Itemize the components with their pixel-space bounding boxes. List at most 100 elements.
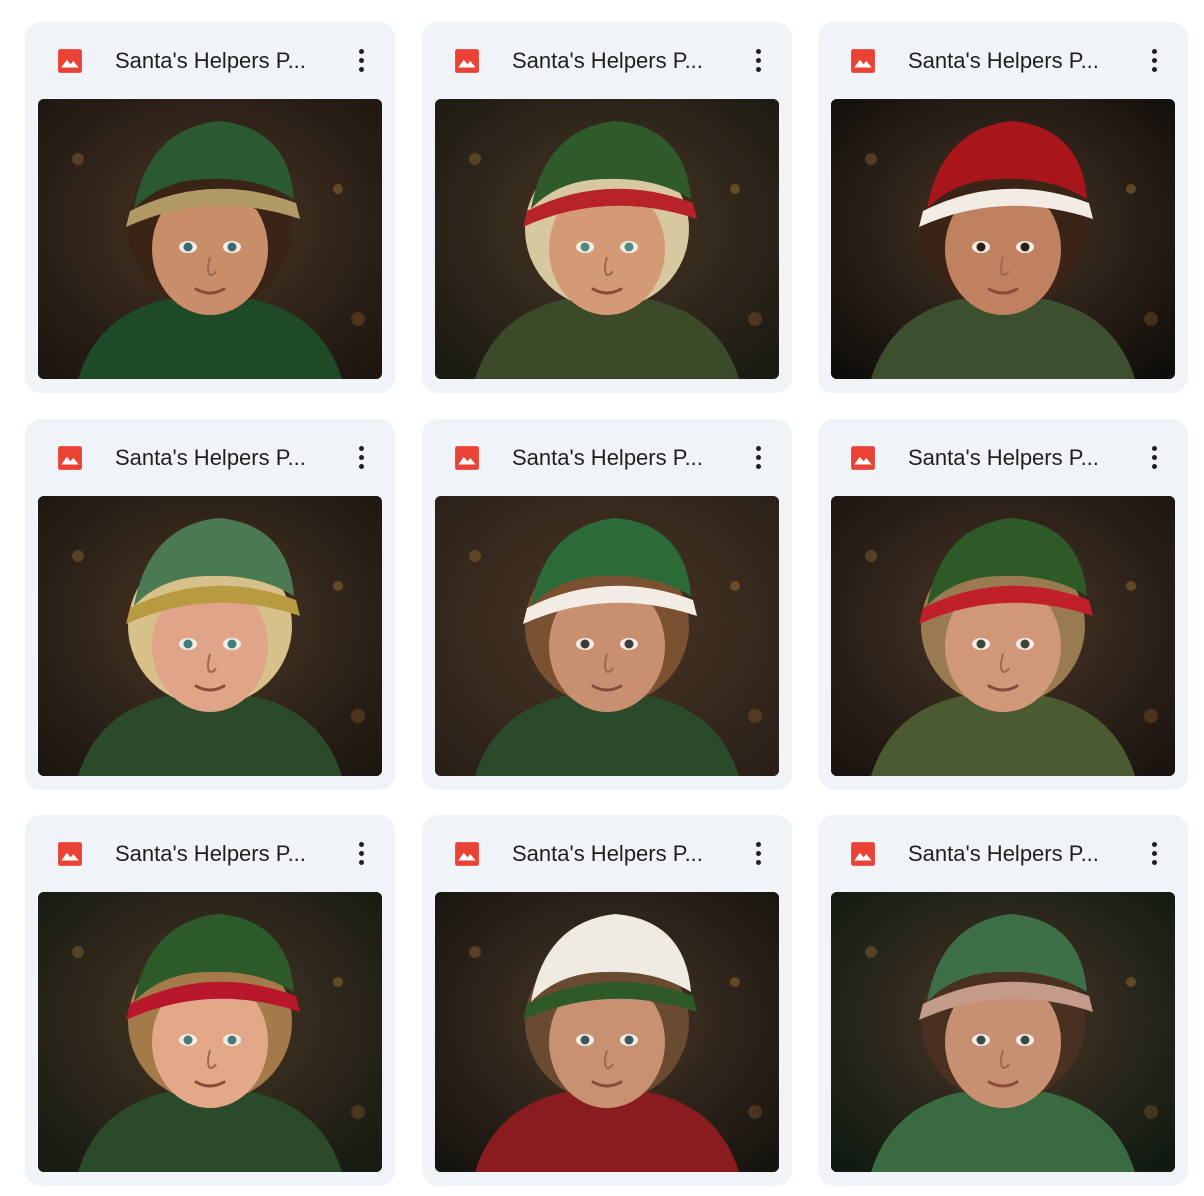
bokeh-light xyxy=(730,581,740,591)
bokeh-light xyxy=(865,550,877,562)
portrait-image xyxy=(435,892,779,1172)
more-options-button[interactable] xyxy=(345,42,377,78)
bokeh-light xyxy=(1144,1105,1158,1119)
file-thumbnail[interactable] xyxy=(435,99,779,379)
portrait-image xyxy=(831,99,1175,379)
more-vert-icon-dot xyxy=(358,66,364,72)
more-vert-icon-dot xyxy=(358,841,364,847)
portrait-iris xyxy=(1020,639,1030,649)
image-file-icon xyxy=(851,446,875,470)
bokeh-light xyxy=(1126,184,1136,194)
portrait-iris xyxy=(227,639,237,649)
file-title[interactable]: Santa's Helpers P... xyxy=(115,444,335,472)
more-options-button[interactable] xyxy=(1138,42,1170,78)
file-card[interactable]: Santa's Helpers P... xyxy=(25,815,395,1186)
portrait-iris xyxy=(580,639,590,649)
file-card[interactable]: Santa's Helpers P... xyxy=(422,815,792,1186)
file-card-header: Santa's Helpers P... xyxy=(818,22,1188,98)
image-file-icon xyxy=(455,49,479,73)
image-file-icon xyxy=(455,446,479,470)
more-vert-icon-dot xyxy=(358,463,364,469)
bokeh-light xyxy=(730,184,740,194)
file-title[interactable]: Santa's Helpers P... xyxy=(512,840,732,868)
file-thumbnail[interactable] xyxy=(831,496,1175,776)
portrait-image xyxy=(435,99,779,379)
more-vert-icon-dot xyxy=(755,850,761,856)
file-card[interactable]: Santa's Helpers P... xyxy=(818,815,1188,1186)
more-options-button[interactable] xyxy=(742,42,774,78)
portrait-iris xyxy=(580,1035,590,1045)
image-file-icon xyxy=(851,49,875,73)
portrait-iris xyxy=(183,639,193,649)
file-card[interactable]: Santa's Helpers P... xyxy=(818,419,1188,790)
file-card[interactable]: Santa's Helpers P... xyxy=(818,22,1188,393)
file-card-header: Santa's Helpers P... xyxy=(818,419,1188,495)
portrait-iris xyxy=(976,242,986,252)
more-vert-icon-dot xyxy=(1151,445,1157,451)
more-options-button[interactable] xyxy=(345,439,377,475)
file-thumbnail[interactable] xyxy=(38,99,382,379)
file-title[interactable]: Santa's Helpers P... xyxy=(512,444,732,472)
file-thumbnail[interactable] xyxy=(435,892,779,1172)
bokeh-light xyxy=(1144,312,1158,326)
bokeh-light xyxy=(469,946,481,958)
file-title[interactable]: Santa's Helpers P... xyxy=(908,444,1128,472)
bokeh-light xyxy=(748,312,762,326)
file-card[interactable]: Santa's Helpers P... xyxy=(25,419,395,790)
portrait-iris xyxy=(183,242,193,252)
portrait-iris xyxy=(1020,242,1030,252)
image-file-icon xyxy=(58,49,82,73)
bokeh-light xyxy=(333,581,343,591)
file-thumbnail[interactable] xyxy=(831,99,1175,379)
portrait-image xyxy=(38,496,382,776)
more-options-button[interactable] xyxy=(742,439,774,475)
file-card[interactable]: Santa's Helpers P... xyxy=(25,22,395,393)
bokeh-light xyxy=(351,312,365,326)
more-vert-icon-dot xyxy=(755,454,761,460)
file-thumbnail[interactable] xyxy=(38,496,382,776)
file-title[interactable]: Santa's Helpers P... xyxy=(512,47,732,75)
bokeh-light xyxy=(469,153,481,165)
bokeh-light xyxy=(1126,977,1136,987)
file-title[interactable]: Santa's Helpers P... xyxy=(115,840,335,868)
file-card-header: Santa's Helpers P... xyxy=(422,22,792,98)
bokeh-light xyxy=(1144,709,1158,723)
more-vert-icon-dot xyxy=(358,454,364,460)
more-vert-icon-dot xyxy=(755,859,761,865)
bokeh-light xyxy=(1126,581,1136,591)
file-card-header: Santa's Helpers P... xyxy=(818,815,1188,891)
file-thumbnail[interactable] xyxy=(38,892,382,1172)
image-file-icon xyxy=(58,842,82,866)
portrait-iris xyxy=(227,1035,237,1045)
bokeh-light xyxy=(72,153,84,165)
file-thumbnail[interactable] xyxy=(435,496,779,776)
bokeh-light xyxy=(748,1105,762,1119)
more-vert-icon-dot xyxy=(755,66,761,72)
more-options-button[interactable] xyxy=(742,835,774,871)
more-vert-icon-dot xyxy=(358,859,364,865)
more-options-button[interactable] xyxy=(345,835,377,871)
file-title[interactable]: Santa's Helpers P... xyxy=(115,47,335,75)
bokeh-light xyxy=(333,977,343,987)
more-vert-icon-dot xyxy=(1151,850,1157,856)
portrait-iris xyxy=(624,242,634,252)
more-vert-icon-dot xyxy=(1151,66,1157,72)
file-thumbnail[interactable] xyxy=(831,892,1175,1172)
portrait-image xyxy=(38,892,382,1172)
image-file-icon xyxy=(455,842,479,866)
portrait-iris xyxy=(624,1035,634,1045)
file-card[interactable]: Santa's Helpers P... xyxy=(422,22,792,393)
portrait-image xyxy=(38,99,382,379)
more-vert-icon-dot xyxy=(755,463,761,469)
more-options-button[interactable] xyxy=(1138,439,1170,475)
portrait-image xyxy=(831,496,1175,776)
bokeh-light xyxy=(351,709,365,723)
image-file-icon xyxy=(851,842,875,866)
bokeh-light xyxy=(351,1105,365,1119)
file-title[interactable]: Santa's Helpers P... xyxy=(908,47,1128,75)
file-card[interactable]: Santa's Helpers P... xyxy=(422,419,792,790)
file-title[interactable]: Santa's Helpers P... xyxy=(908,840,1128,868)
file-grid: Santa's Helpers P... Santa's Helpers P...… xyxy=(0,0,1204,1196)
more-options-button[interactable] xyxy=(1138,835,1170,871)
more-vert-icon-dot xyxy=(1151,454,1157,460)
